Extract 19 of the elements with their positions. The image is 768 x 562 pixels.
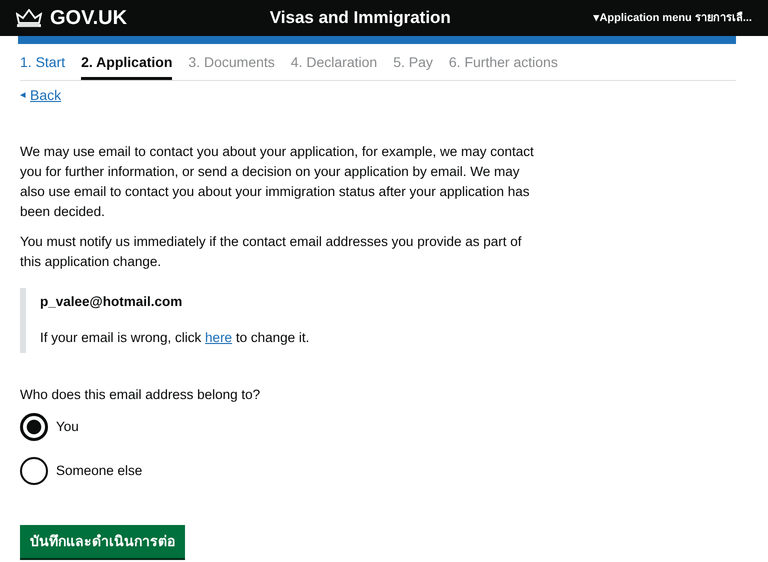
email-address: p_valee@hotmail.com — [40, 293, 184, 311]
option-label: Someone else — [56, 462, 142, 480]
menu-link[interactable]: ▾Application menu รายการเลื... — [593, 10, 752, 26]
radio-button[interactable] — [20, 412, 48, 441]
crown-icon — [16, 9, 42, 27]
back-arrow-icon: ◂ — [20, 87, 26, 104]
back-link[interactable]: Back — [30, 85, 62, 106]
step-tab[interactable]: 1. Start — [20, 44, 66, 80]
step-tab[interactable]: 2. Application — [81, 44, 172, 80]
paragraph: You must notify us immediately if the contact email addresses you provide as part of this application change. — [20, 233, 523, 271]
option-label: You — [56, 418, 79, 436]
save-continue-button[interactable]: บันทึกและดำเนินการต่อ — [20, 524, 185, 558]
note-text: If your email is wrong, click here to change it. — [40, 329, 310, 348]
change-link[interactable]: here — [205, 330, 232, 346]
radio-button[interactable] — [20, 456, 48, 485]
site-title: Visas and Immigration — [270, 8, 451, 28]
logo[interactable]: GOV.UK — [50, 3, 128, 33]
paragraph: We may use email to contact you about your application, for example, we may contact you for further information, or send a decision on your application by email. We may also use email to contact you about your immigration status after your application has been decided. — [20, 143, 535, 221]
question-label: Who does this email address belong to? — [20, 386, 262, 404]
